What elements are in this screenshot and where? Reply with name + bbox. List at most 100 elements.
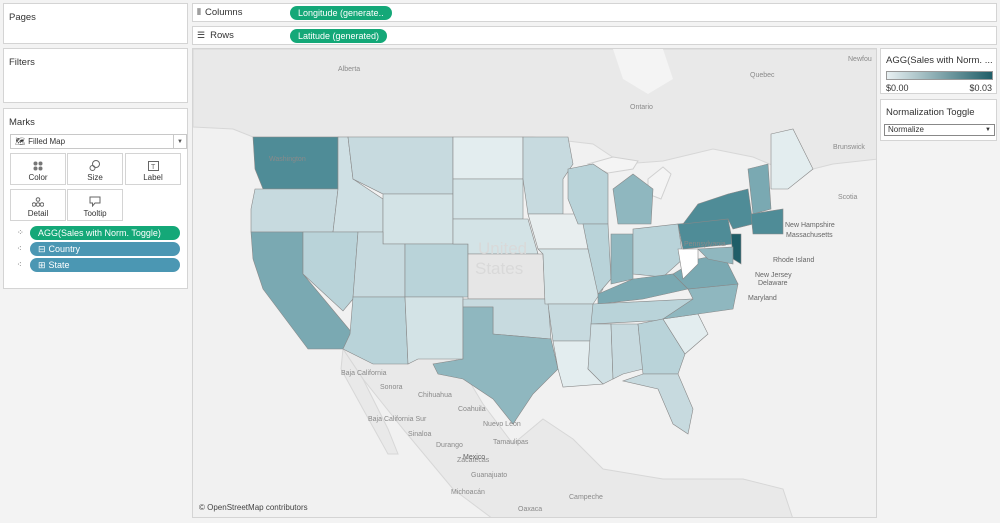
state-south-dakota[interactable] bbox=[452, 178, 524, 220]
country-pill-label: Country bbox=[48, 244, 81, 254]
label-ri: Rhode Island bbox=[773, 257, 814, 264]
state-north-dakota[interactable] bbox=[452, 136, 524, 180]
legend-max: $0.03 bbox=[969, 83, 992, 93]
columns-shelf[interactable]: ⦀ Columns Longitude (generate.. bbox=[192, 3, 997, 22]
label-scotia: Scotia bbox=[838, 194, 858, 201]
label-states: States bbox=[475, 259, 523, 278]
tooltip-label: Tooltip bbox=[83, 209, 107, 218]
label-label: Label bbox=[143, 173, 163, 182]
label-campeche: Campeche bbox=[569, 494, 603, 501]
size-button[interactable]: Size bbox=[67, 153, 123, 185]
chevron-down-icon: ▼ bbox=[985, 127, 991, 133]
label-mexico: Mexico bbox=[463, 454, 485, 461]
pages-card[interactable]: Pages bbox=[3, 3, 188, 44]
toggle-value: Normalize bbox=[888, 125, 925, 134]
filled-map-icon: 🗺 bbox=[15, 137, 26, 146]
color-label: Color bbox=[28, 173, 48, 182]
color-icon bbox=[11, 154, 65, 171]
label-ma: Massachusetts bbox=[786, 232, 833, 239]
state-arizona[interactable] bbox=[342, 296, 409, 365]
label-newfoundland: Newfou bbox=[848, 56, 872, 63]
state-new-mexico[interactable] bbox=[404, 296, 464, 365]
columns-shelf-label: ⦀ Columns bbox=[193, 7, 290, 18]
rows-shelf-label: ☰ Rows bbox=[193, 30, 290, 41]
country-detail-pill[interactable]: ⊟ Country bbox=[30, 242, 180, 256]
label-ontario: Ontario bbox=[630, 104, 653, 111]
map-view[interactable]: Alberta Quebec Ontario Newfou Brunswick … bbox=[192, 48, 877, 518]
filled-map[interactable]: Alberta Quebec Ontario Newfou Brunswick … bbox=[193, 49, 877, 518]
state-ohio[interactable] bbox=[632, 223, 684, 278]
size-label: Size bbox=[87, 173, 103, 182]
rows-label: Rows bbox=[210, 30, 234, 41]
label-button[interactable]: T Label bbox=[125, 153, 181, 185]
detail-icon bbox=[11, 190, 65, 207]
state-detail-pill[interactable]: ⊞ State bbox=[30, 258, 180, 272]
state-indiana[interactable] bbox=[610, 233, 634, 285]
state-wyoming[interactable] bbox=[382, 193, 454, 245]
legend-title: AGG(Sales with Norm. ... bbox=[886, 55, 993, 66]
state-michigan[interactable] bbox=[612, 173, 654, 225]
label-de: Delaware bbox=[758, 280, 788, 287]
color-ramp bbox=[886, 71, 993, 80]
label-nj: New Jersey bbox=[755, 272, 792, 279]
mark-type-value: Filled Map bbox=[28, 137, 66, 146]
svg-text:T: T bbox=[151, 164, 156, 171]
columns-label: Columns bbox=[204, 7, 243, 18]
label-tamaulipas: Tamaulipas bbox=[493, 439, 529, 446]
tooltip-button[interactable]: Tooltip bbox=[67, 189, 123, 221]
state-arkansas[interactable] bbox=[547, 303, 594, 342]
label-sonora: Sonora bbox=[380, 384, 403, 391]
label-alberta: Alberta bbox=[338, 66, 360, 73]
rows-icon: ☰ bbox=[197, 30, 206, 40]
mark-type-dropdown[interactable]: 🗺 Filled Map ▼ bbox=[10, 134, 187, 149]
sales-color-pill[interactable]: AGG(Sales with Norm. Toggle) bbox=[30, 226, 180, 240]
label-sinaloa: Sinaloa bbox=[408, 431, 431, 438]
normalization-dropdown[interactable]: Normalize ▼ bbox=[884, 124, 995, 136]
label-guanajuato: Guanajuato bbox=[471, 472, 507, 479]
label-durango: Durango bbox=[436, 442, 463, 449]
color-legend[interactable]: AGG(Sales with Norm. ... $0.00 $0.03 bbox=[880, 48, 997, 94]
color-encoding-icon: ⁘ bbox=[17, 228, 24, 237]
latitude-pill[interactable]: Latitude (generated) bbox=[290, 28, 388, 43]
state-florida[interactable] bbox=[621, 373, 694, 435]
label-quebec: Quebec bbox=[750, 72, 775, 79]
label-united: United bbox=[478, 239, 527, 258]
expand-icon: ⊞ bbox=[38, 260, 46, 270]
rows-shelf[interactable]: ☰ Rows Latitude (generated) bbox=[192, 26, 997, 45]
label-michoacan: Michoacán bbox=[451, 489, 485, 496]
longitude-pill[interactable]: Longitude (generate.. bbox=[290, 5, 392, 20]
toggle-title: Normalization Toggle bbox=[886, 107, 975, 118]
state-colorado[interactable] bbox=[404, 243, 469, 298]
marks-title: Marks bbox=[9, 117, 35, 128]
columns-icon: ⦀ bbox=[197, 7, 201, 17]
label-pennsylvania: Pennsylvania bbox=[684, 241, 726, 248]
label-oaxaca: Oaxaca bbox=[518, 506, 542, 513]
detail-button[interactable]: Detail bbox=[10, 189, 66, 221]
normalization-toggle-card: Normalization Toggle Normalize ▼ bbox=[880, 99, 997, 141]
label-washington: Washington bbox=[269, 156, 306, 163]
detail-label: Detail bbox=[27, 209, 49, 218]
label-md: Maryland bbox=[748, 295, 777, 302]
state-alabama[interactable] bbox=[610, 323, 644, 380]
color-button[interactable]: Color bbox=[10, 153, 66, 185]
state-montana[interactable] bbox=[347, 136, 454, 195]
expand-icon: ⊟ bbox=[38, 244, 46, 254]
label-nh: New Hampshire bbox=[785, 222, 835, 229]
map-attribution[interactable]: © OpenStreetMap contributors bbox=[199, 503, 308, 512]
detail-encoding-icon: ⁖ bbox=[17, 244, 22, 253]
filters-card[interactable]: Filters bbox=[3, 48, 188, 103]
chevron-down-icon: ▼ bbox=[173, 135, 186, 148]
marks-card: Marks 🗺 Filled Map ▼ Color Size T Label … bbox=[3, 108, 188, 289]
tooltip-icon bbox=[68, 190, 122, 207]
state-minnesota[interactable] bbox=[522, 136, 574, 215]
state-oregon[interactable] bbox=[250, 188, 339, 233]
legend-min: $0.00 bbox=[886, 83, 909, 93]
label-brunswick: Brunswick bbox=[833, 144, 865, 151]
state-pill-label: State bbox=[48, 260, 70, 270]
label-baja-sur: Baja California Sur bbox=[368, 416, 427, 423]
pages-title: Pages bbox=[9, 12, 36, 23]
state-vermont-nh[interactable] bbox=[747, 163, 772, 215]
text-icon: T bbox=[126, 154, 180, 171]
state-washington[interactable] bbox=[252, 136, 339, 190]
label-nuevo: Nuevo León bbox=[483, 421, 521, 428]
